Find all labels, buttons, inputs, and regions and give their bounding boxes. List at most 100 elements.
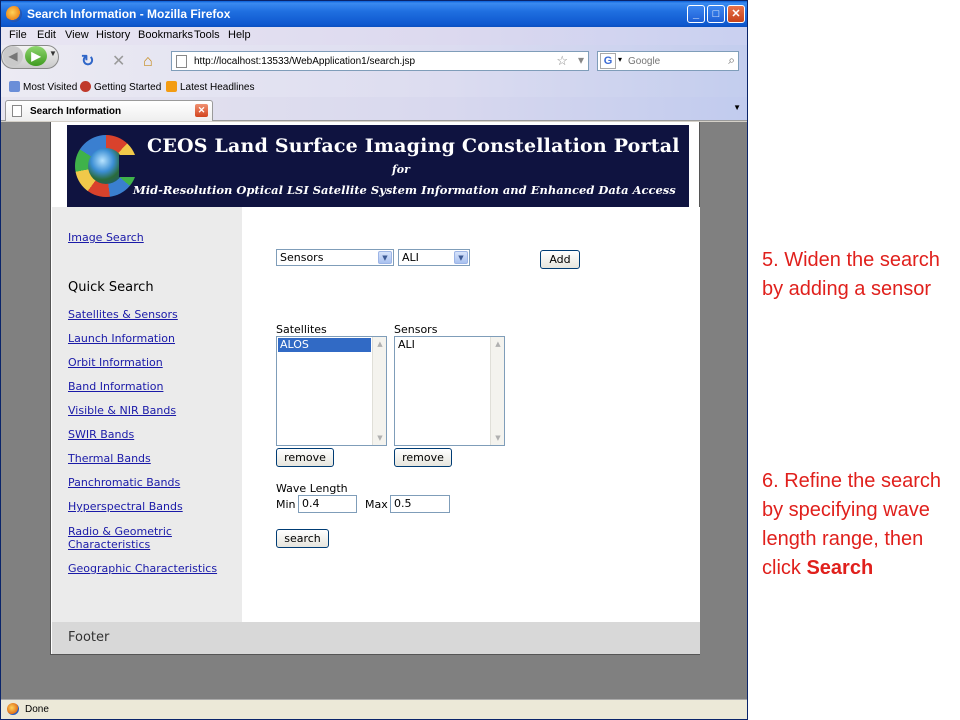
window-title: Search Information - Mozilla Firefox <box>27 7 231 21</box>
quick-search-heading: Quick Search <box>68 280 154 295</box>
link-hyperspectral-bands[interactable]: Hyperspectral Bands <box>68 500 183 513</box>
list-item[interactable]: ALI <box>396 338 489 352</box>
reload-icon[interactable]: ↻ <box>81 54 94 70</box>
sidebar: Image Search Quick Search Satellites & S… <box>52 207 242 622</box>
firefox-status-icon <box>7 703 19 715</box>
list-item[interactable]: ALOS <box>278 338 371 352</box>
scroll-down-icon[interactable]: ▼ <box>374 432 386 444</box>
tab-close-icon[interactable]: ✕ <box>195 104 208 117</box>
menu-edit[interactable]: Edit <box>37 29 56 41</box>
firefox-bookmark-icon <box>80 81 91 92</box>
firefox-icon <box>6 6 22 22</box>
max-wavelength-input[interactable]: 0.5 <box>390 495 450 513</box>
logo-gap <box>119 155 139 177</box>
back-forward-group: ◀ ▶ ▼ <box>1 45 59 69</box>
page-icon <box>176 55 187 68</box>
browser-window: Search Information - Mozilla Firefox _ □… <box>0 0 748 720</box>
satellites-listbox[interactable]: ALOS ▲ ▼ <box>276 336 387 446</box>
remove-satellite-button[interactable]: remove <box>276 448 334 467</box>
banner-for: for <box>392 163 410 176</box>
banner-title: CEOS Land Surface Imaging Constellation … <box>147 135 680 157</box>
search-form: Sensors ▼ ALI ▼ Add Satellites Sensors A… <box>242 207 700 622</box>
remove-sensor-button[interactable]: remove <box>394 448 452 467</box>
minimize-button[interactable]: _ <box>687 5 705 23</box>
footer-text: Footer <box>68 630 110 645</box>
link-swir-bands[interactable]: SWIR Bands <box>68 428 134 441</box>
menu-bookmarks[interactable]: Bookmarks <box>138 29 193 41</box>
wave-length-label: Wave Length <box>276 482 348 495</box>
link-orbit-information[interactable]: Orbit Information <box>68 356 163 369</box>
maximize-button[interactable]: □ <box>707 5 725 23</box>
web-search-input[interactable] <box>628 54 718 68</box>
bookmark-getting-started[interactable]: Getting Started <box>80 81 161 93</box>
link-launch-information[interactable]: Launch Information <box>68 332 175 345</box>
title-bar: Search Information - Mozilla Firefox _ □… <box>1 1 747 27</box>
scroll-down-icon[interactable]: ▼ <box>492 432 504 444</box>
forward-arrow-icon[interactable]: ▶ <box>25 46 47 66</box>
status-text: Done <box>25 704 49 715</box>
add-button[interactable]: Add <box>540 250 580 269</box>
link-image-search[interactable]: Image Search <box>68 231 144 244</box>
web-page: CEOS Land Surface Imaging Constellation … <box>50 122 700 655</box>
link-visible-nir-bands[interactable]: Visible & NIR Bands <box>68 404 176 417</box>
link-panchromatic-bands[interactable]: Panchromatic Bands <box>68 476 180 489</box>
link-band-information[interactable]: Band Information <box>68 380 163 393</box>
close-button[interactable]: ✕ <box>727 5 745 23</box>
menu-history[interactable]: History <box>96 29 130 41</box>
menu-bar: File Edit View History Bookmarks Tools H… <box>1 27 747 45</box>
listbox-scrollbar[interactable]: ▲ ▼ <box>490 337 504 445</box>
link-characteristics[interactable]: Characteristics <box>68 538 150 551</box>
tab-page-icon <box>12 105 22 117</box>
scroll-up-icon[interactable]: ▲ <box>374 338 386 350</box>
link-thermal-bands[interactable]: Thermal Bands <box>68 452 151 465</box>
listbox-scrollbar[interactable]: ▲ ▼ <box>372 337 386 445</box>
chevron-down-icon[interactable]: ▼ <box>378 251 392 264</box>
value-select[interactable]: ALI ▼ <box>398 249 470 266</box>
bookmark-most-visited[interactable]: Most Visited <box>9 81 77 93</box>
history-dropdown-icon[interactable]: ▼ <box>49 49 57 58</box>
status-bar: Done <box>1 699 747 719</box>
search-engine-icon[interactable]: G <box>600 53 616 69</box>
menu-file[interactable]: File <box>9 29 27 41</box>
min-wavelength-input[interactable]: 0.4 <box>298 495 357 513</box>
navigation-toolbar: ◀ ▶ ▼ ↻ ✕ ⌂ ☆ ▾ G ▾ ⌕ <box>1 45 747 77</box>
scroll-up-icon[interactable]: ▲ <box>492 338 504 350</box>
menu-help[interactable]: Help <box>228 29 251 41</box>
annotation-step-5: 5. Widen the search by adding a sensor <box>762 249 940 300</box>
sensors-listbox[interactable]: ALI ▲ ▼ <box>394 336 505 446</box>
min-label: Min <box>276 498 296 511</box>
tab-title: Search Information <box>30 106 122 117</box>
link-geographic-characteristics[interactable]: Geographic Characteristics <box>68 562 217 575</box>
max-label: Max <box>365 498 388 511</box>
address-bar[interactable]: ☆ ▾ <box>171 51 589 71</box>
menu-view[interactable]: View <box>65 29 89 41</box>
link-radio-geometric[interactable]: Radio & Geometric <box>68 525 172 538</box>
tab-bar: Search Information ✕ ▼ <box>1 97 747 121</box>
engine-dropdown-icon[interactable]: ▾ <box>618 55 622 64</box>
stop-icon[interactable]: ✕ <box>112 54 125 70</box>
magnifier-icon[interactable]: ⌕ <box>728 53 735 68</box>
bookmark-star-icon[interactable]: ☆ <box>556 53 568 69</box>
tab-search-information[interactable]: Search Information ✕ <box>5 100 213 121</box>
portal-banner: CEOS Land Surface Imaging Constellation … <box>67 125 689 207</box>
bookmarks-toolbar: Most Visited Getting Started Latest Head… <box>1 77 747 97</box>
search-button[interactable]: search <box>276 529 329 548</box>
back-arrow-icon[interactable]: ◀ <box>3 46 23 66</box>
bookmark-latest-headlines[interactable]: Latest Headlines <box>166 81 255 93</box>
content-area: CEOS Land Surface Imaging Constellation … <box>1 122 747 699</box>
banner-subtitle: Mid-Resolution Optical LSI Satellite Sys… <box>133 183 676 197</box>
category-select[interactable]: Sensors ▼ <box>276 249 394 266</box>
go-arrow-icon[interactable]: ▾ <box>578 53 584 67</box>
annotation-step-6: 6. Refine the search by specifying wave … <box>762 467 958 583</box>
home-icon[interactable]: ⌂ <box>143 54 153 70</box>
url-input[interactable] <box>194 54 554 68</box>
chevron-down-icon[interactable]: ▼ <box>454 251 468 264</box>
tab-list-dropdown-icon[interactable]: ▼ <box>733 103 741 112</box>
ceos-logo <box>75 135 139 197</box>
sensors-label: Sensors <box>394 323 438 336</box>
value-select-value: ALI <box>402 251 419 264</box>
menu-tools[interactable]: Tools <box>194 29 220 41</box>
bookmark-folder-icon <box>9 81 20 92</box>
search-bar[interactable]: G ▾ ⌕ <box>597 51 739 71</box>
link-satellites-sensors[interactable]: Satellites & Sensors <box>68 308 178 321</box>
